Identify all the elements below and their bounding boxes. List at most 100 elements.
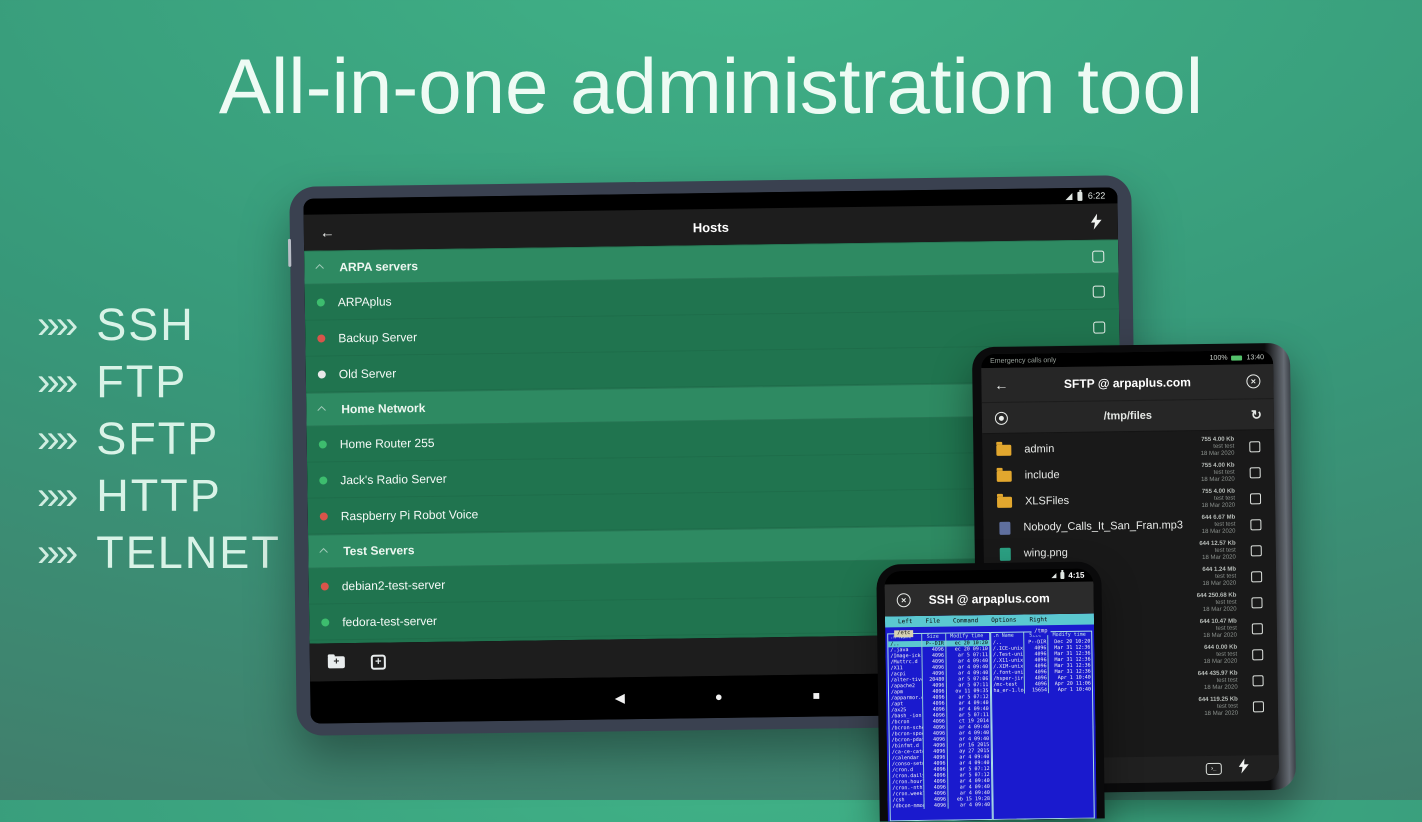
refresh-icon[interactable] (1251, 408, 1262, 421)
battery-percent: 100% (1210, 354, 1228, 361)
status-dot-online (321, 618, 329, 626)
file-meta: 644 435.97 Kbtest test18 Mar 2020 (1198, 670, 1238, 692)
collapse-caret-icon (319, 548, 327, 556)
status-dot-offline (321, 582, 329, 590)
file-date: 18 Mar 2020 (1201, 502, 1235, 508)
protocol-item-http: ››››HTTP (37, 467, 281, 524)
file-date: 18 Mar 2020 (1202, 580, 1236, 586)
ssh-clock: 4:15 (1068, 571, 1084, 580)
file-owner: test test (1215, 547, 1236, 553)
quick-connect-bolt-icon[interactable] (1239, 758, 1249, 778)
file-owner: test test (1214, 521, 1235, 527)
mc-menu-file[interactable]: File (925, 616, 940, 627)
file-row[interactable]: include755 4.00 Kbtest test18 Mar 2020 (983, 459, 1275, 489)
folder-icon (997, 470, 1012, 481)
file-icon (1000, 547, 1011, 560)
host-label: Old Server (339, 366, 397, 381)
protocol-item-sftp: ›››› SFTP (37, 410, 281, 467)
file-owner: test test (1217, 703, 1238, 709)
mc-menu-left[interactable]: Left (898, 616, 913, 627)
row-checkbox[interactable] (1251, 545, 1262, 556)
file-meta: 644 0.00 Kbtest test18 Mar 2020 (1203, 644, 1237, 665)
file-row[interactable]: Nobody_Calls_It_San_Fran.mp3 644 6.67 Mbt… (983, 511, 1275, 541)
mc-panels: /etc.n NameSizeModify time/..P--DIRec 20… (885, 625, 1097, 822)
host-label: Jack's Radio Server (340, 471, 447, 486)
file-meta: 755 4.00 Kbtest test18 Mar 2020 (1201, 462, 1235, 483)
file-meta: 644 1.24 Mbtest test18 Mar 2020 (1202, 566, 1236, 587)
tablet-clock: 6:22 (1088, 191, 1106, 201)
add-group-folder-icon[interactable] (328, 656, 345, 668)
ssh-title: SSH @ arpaplus.com (885, 591, 1094, 608)
file-name: Nobody_Calls_It_San_Fran.mp3 (1023, 519, 1183, 533)
file-date: 18 Mar 2020 (1201, 450, 1235, 456)
ssh-phone-frame: 4:15 SSH @ arpaplus.com Left File Command O… (876, 561, 1105, 821)
row-checkbox[interactable] (1250, 467, 1261, 478)
protocol-label: SFTP (96, 416, 219, 461)
status-dot-online (319, 440, 327, 448)
group-label: Home Network (341, 401, 425, 416)
mc-menu-command[interactable]: Command (953, 615, 978, 626)
file-row[interactable]: admin755 4.00 Kbtest test18 Mar 2020 (982, 433, 1274, 463)
row-checkbox[interactable] (1249, 441, 1260, 452)
host-label: ARPAplus (338, 294, 392, 309)
protocol-label: SSH (96, 302, 195, 347)
row-checkbox[interactable] (1253, 701, 1264, 712)
file-owner: test test (1216, 625, 1237, 631)
file-meta: 644 6.67 Mbtest test18 Mar 2020 (1202, 514, 1236, 535)
nav-recents-icon[interactable] (813, 687, 821, 705)
terminal-icon[interactable] (1206, 763, 1222, 775)
group-label: Test Servers (343, 543, 414, 558)
file-row[interactable]: XLSFiles755 4.00 Kbtest test18 Mar 2020 (983, 485, 1275, 515)
file-date: 18 Mar 2020 (1202, 528, 1236, 534)
mc-menu-right[interactable]: Right (1029, 614, 1047, 625)
chevrons-icon: ›››› (37, 419, 74, 459)
file-perm-size: 755 4.00 Kb (1202, 488, 1235, 494)
row-checkbox[interactable] (1250, 493, 1261, 504)
file-perm-size: 644 119.25 Kb (1198, 696, 1237, 703)
status-dot-online (317, 298, 325, 306)
mc-panel-left: /etc.n NameSizeModify time/..P--DIRec 20… (887, 632, 992, 821)
mc-panel-path: /tmp (1031, 628, 1050, 635)
row-checkbox[interactable] (1093, 321, 1105, 333)
status-dot-offline (317, 334, 325, 342)
protocol-label: FTP (96, 359, 187, 404)
row-checkbox[interactable] (1092, 251, 1104, 263)
file-owner: test test (1215, 599, 1236, 605)
row-checkbox[interactable] (1093, 285, 1105, 297)
protocol-list: ››››SSH››››FTP ›››› SFTP ››››HTTP››››TELNET (37, 296, 281, 581)
nav-back-icon[interactable] (615, 689, 625, 707)
sftp-title: SFTP @ arpaplus.com (981, 374, 1273, 392)
row-checkbox[interactable] (1250, 519, 1261, 530)
mc-path-tab[interactable]: /etc (894, 630, 913, 637)
host-label: Backup Server (338, 330, 417, 345)
ssh-title-bar: SSH @ arpaplus.com (884, 582, 1093, 617)
mc-file-row[interactable]: ha_er-1.log15654Apr 1 10:40 (991, 687, 1092, 694)
midnight-commander-terminal: Left File Command Options Right /etc.n NameS… (885, 614, 1097, 822)
nav-home-icon[interactable] (715, 688, 723, 706)
file-meta: 644 12.57 Kbtest test18 Mar 2020 (1199, 540, 1236, 562)
protocol-item-ftp: ››››FTP (37, 353, 281, 410)
file-date: 18 Mar 2020 (1204, 684, 1238, 690)
mc-cell-name: ha_er-1.log (991, 688, 1024, 694)
status-dot-offline (320, 512, 328, 520)
add-host-icon[interactable] (371, 654, 386, 669)
mc-menu-options[interactable]: Options (991, 615, 1016, 626)
row-checkbox[interactable] (1251, 571, 1262, 582)
file-date: 18 Mar 2020 (1201, 476, 1235, 482)
row-checkbox[interactable] (1252, 649, 1263, 660)
file-meta: 755 4.00 Kbtest test18 Mar 2020 (1201, 488, 1235, 509)
file-meta: 644 250.68 Kbtest test18 Mar 2020 (1197, 592, 1237, 614)
file-date: 18 Mar 2020 (1204, 658, 1238, 664)
protocol-item-telnet: ››››TELNET (37, 524, 281, 581)
file-name: wing.png (1024, 547, 1068, 560)
mc-cell-name: /dbcon-mmon (891, 803, 924, 809)
row-checkbox[interactable] (1252, 675, 1263, 686)
hosts-title: Hosts (304, 214, 1118, 240)
quick-connect-bolt-icon[interactable] (1091, 214, 1102, 235)
host-label: Home Router 255 (340, 435, 435, 450)
mc-file-row[interactable]: /dbcon-mmon4096ar 4 09:40 (891, 802, 992, 809)
file-meta: 644 119.25 Kbtest test18 Mar 2020 (1198, 696, 1238, 718)
row-checkbox[interactable] (1252, 623, 1263, 634)
protocol-item-ssh: ››››SSH (37, 296, 281, 353)
row-checkbox[interactable] (1251, 597, 1262, 608)
